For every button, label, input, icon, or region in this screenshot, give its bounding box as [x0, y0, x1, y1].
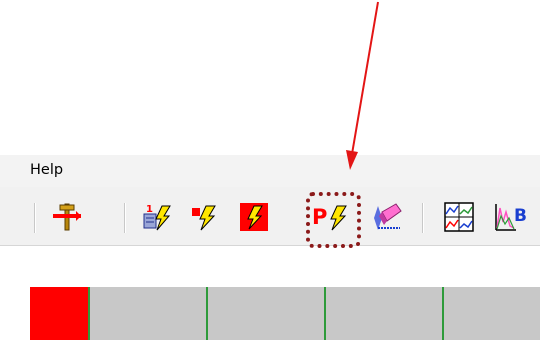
- pipeline-icon: [53, 203, 81, 231]
- toolbar: 1 P B: [0, 187, 540, 246]
- svg-text:B: B: [514, 206, 527, 226]
- toolbar-separator: [422, 203, 424, 233]
- grid-chart-icon: [444, 202, 474, 232]
- numbered-lightning-icon: 1: [143, 204, 171, 231]
- highlight-box: [306, 192, 361, 248]
- red-square-lightning-button[interactable]: [240, 202, 270, 232]
- red-flag-lightning-icon: [192, 205, 216, 231]
- pipeline-button[interactable]: [52, 202, 82, 232]
- timeline-tick: [88, 287, 90, 340]
- spectrum-chart-icon: B: [495, 204, 527, 231]
- toolbar-separator: [34, 203, 36, 233]
- svg-text:1: 1: [146, 204, 153, 215]
- red-flag-lightning-button[interactable]: [190, 202, 220, 232]
- grid-chart-button[interactable]: [444, 202, 474, 232]
- timeline-tick: [206, 287, 208, 340]
- toolbar-separator: [124, 203, 126, 233]
- eraser-button[interactable]: [372, 202, 402, 232]
- eraser-icon: [374, 203, 402, 230]
- timeline-strip[interactable]: [30, 287, 540, 340]
- menu-bar: Help: [0, 155, 540, 187]
- red-square-lightning-icon: [240, 203, 268, 231]
- timeline-tick: [442, 287, 444, 340]
- menu-help[interactable]: Help: [30, 162, 63, 178]
- numbered-lightning-button[interactable]: 1: [142, 202, 172, 232]
- spectrum-chart-button[interactable]: B: [494, 202, 540, 232]
- timeline-marker: [30, 287, 88, 340]
- timeline-tick: [324, 287, 326, 340]
